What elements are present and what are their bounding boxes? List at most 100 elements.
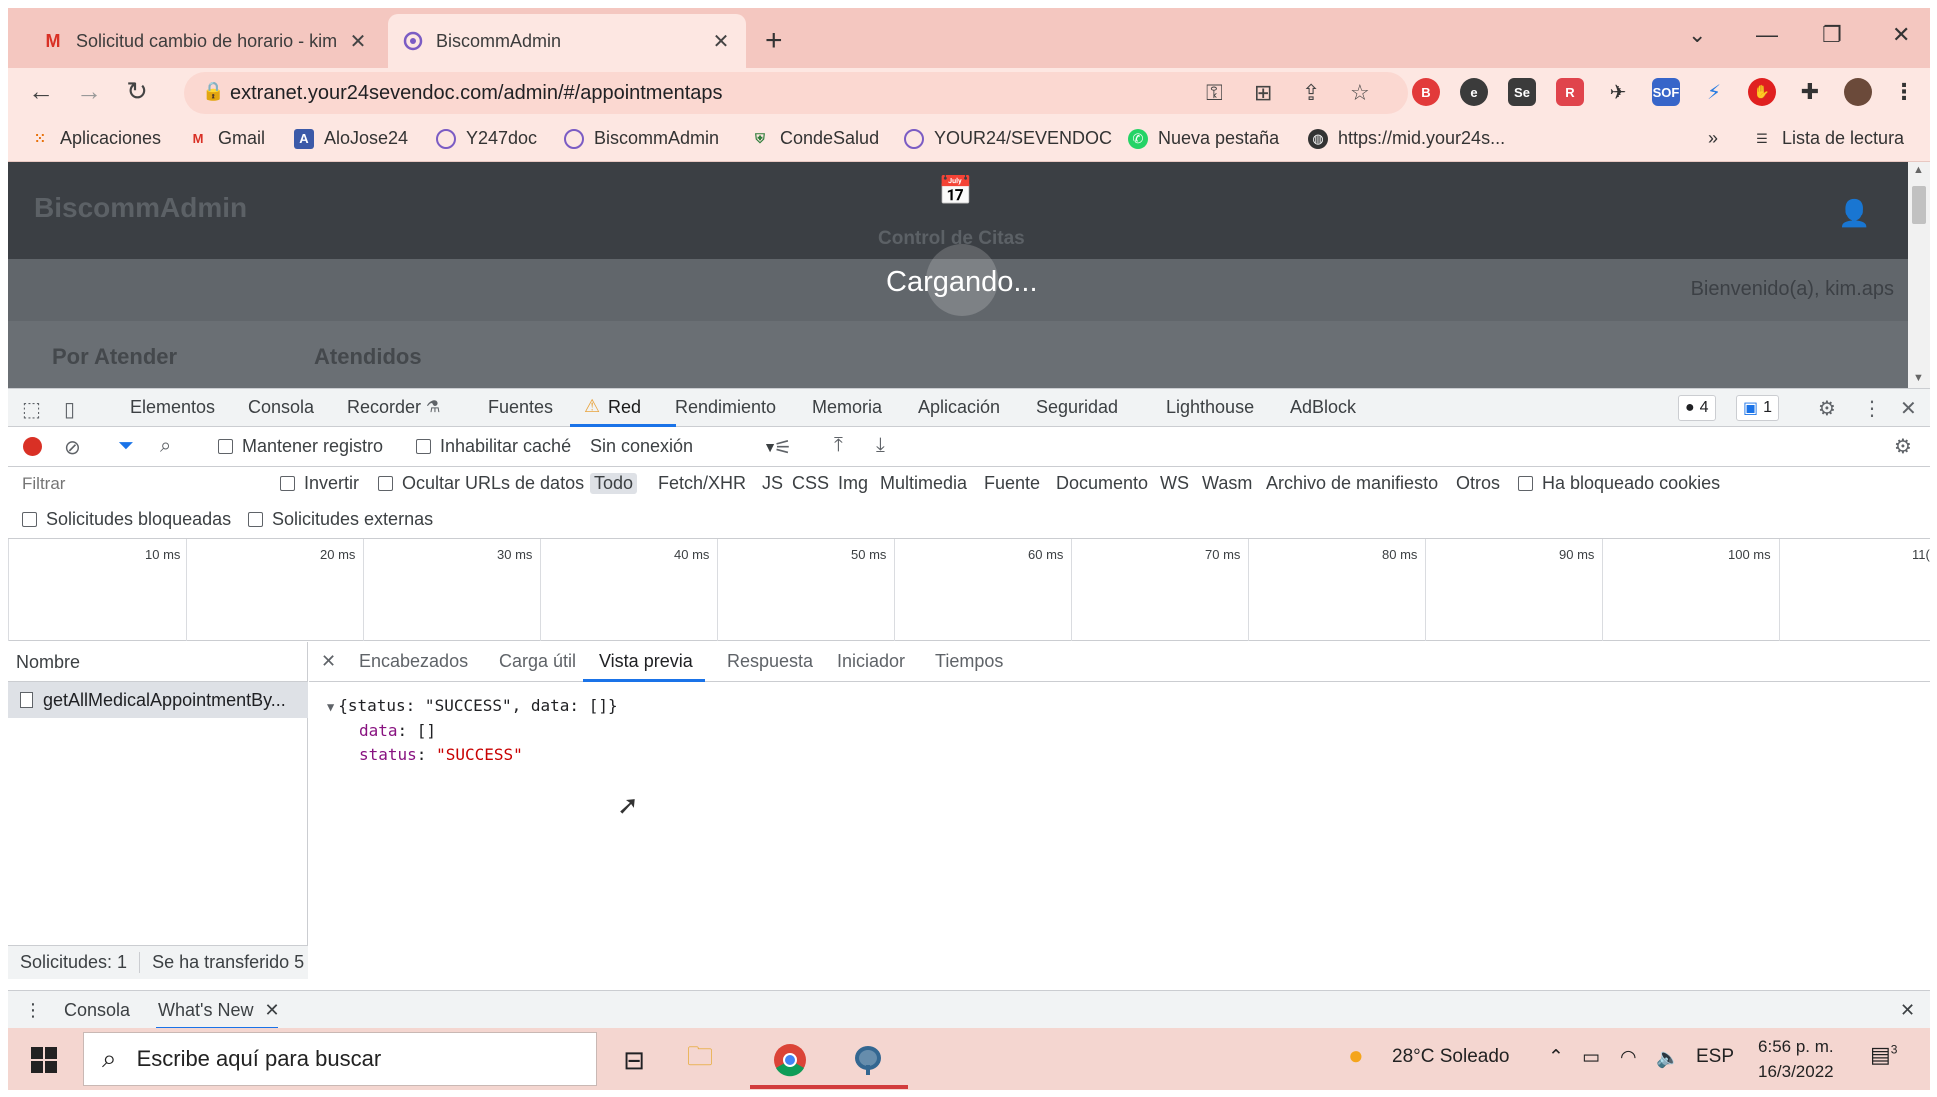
checkbox[interactable] — [280, 476, 295, 491]
name-column-header[interactable]: Nombre — [8, 642, 308, 682]
checkbox[interactable] — [378, 476, 393, 491]
extension-icon[interactable]: R — [1556, 78, 1584, 106]
checkbox[interactable] — [248, 512, 263, 527]
checkbox[interactable] — [1518, 476, 1533, 491]
filter-icon[interactable]: ⏷ — [118, 435, 134, 458]
windows-start-icon[interactable] — [22, 1038, 66, 1082]
tab-recorder[interactable]: Recorder — [347, 397, 421, 418]
close-devtools-icon[interactable]: ✕ — [1900, 396, 1917, 421]
tab-tiempos[interactable]: Tiempos — [935, 651, 1003, 672]
filter-type-ws[interactable]: WS — [1156, 473, 1193, 494]
close-window-icon[interactable]: ✕ — [1892, 22, 1910, 48]
volume-icon[interactable]: 🔈 — [1656, 1046, 1680, 1070]
close-drawer-icon[interactable]: ✕ — [1900, 1000, 1915, 1021]
checkbox[interactable] — [416, 439, 431, 454]
scroll-up-icon[interactable]: ▲ — [1913, 164, 1924, 176]
tab-fuentes[interactable]: Fuentes — [488, 397, 553, 418]
drawer-menu-icon[interactable]: ⋮ — [24, 1000, 42, 1021]
notifications-icon[interactable]: ▤3 — [1870, 1042, 1897, 1068]
blocked-requests-checkbox[interactable]: Solicitudes bloqueadas — [22, 509, 231, 530]
close-icon[interactable]: ✕ — [347, 29, 369, 54]
filter-type-img[interactable]: Img — [834, 473, 872, 494]
sun-icon[interactable]: ● — [1348, 1040, 1364, 1071]
preserve-log-checkbox[interactable]: Mantener registro — [218, 436, 383, 457]
address-bar[interactable]: 🔒 extranet.your24sevendoc.com/admin/#/ap… — [184, 72, 1408, 114]
menu-icon[interactable]: ⋮ — [1890, 78, 1918, 106]
search-icon[interactable]: ⌕ — [160, 435, 171, 458]
tab-vista-previa[interactable]: Vista previa — [599, 651, 693, 672]
tab-encabezados[interactable]: Encabezados — [359, 651, 468, 672]
invert-checkbox[interactable]: Invertir — [280, 473, 359, 494]
bookmark-condesalud[interactable]: ⛨ CondeSalud — [750, 128, 879, 149]
bookmark-apps[interactable]: ⁙ Aplicaciones — [30, 128, 162, 149]
puzzle-icon[interactable]: ✚ — [1796, 78, 1824, 106]
filter-type-wasm[interactable]: Wasm — [1198, 473, 1256, 494]
close-icon[interactable]: ✕ — [710, 29, 732, 54]
reload-icon[interactable]: ↻ — [120, 76, 154, 107]
expand-triangle-icon[interactable]: ▼ — [327, 700, 334, 714]
language-indicator[interactable]: ESP — [1696, 1046, 1734, 1068]
tab-memoria[interactable]: Memoria — [812, 397, 882, 418]
star-icon[interactable]: ☆ — [1350, 80, 1370, 106]
filter-type-js[interactable]: JS — [758, 473, 787, 494]
filter-type-multimedia[interactable]: Multimedia — [876, 473, 971, 494]
drawer-tab-whats-new[interactable]: What's New ✕ — [158, 1000, 280, 1021]
bookmark-y247doc[interactable]: Y247doc — [436, 128, 537, 149]
tab-aplicacion[interactable]: Aplicación — [918, 397, 1000, 418]
inspect-icon[interactable]: ⬚ — [22, 397, 41, 422]
tab-atendidos[interactable]: Atendidos — [314, 344, 422, 370]
third-party-checkbox[interactable]: Solicitudes externas — [248, 509, 433, 530]
share-icon[interactable]: ⇪ — [1302, 80, 1320, 106]
extension-icon[interactable]: ✈ — [1604, 78, 1632, 106]
avatar[interactable] — [1844, 78, 1872, 106]
filter-type-fetch-xhr[interactable]: Fetch/XHR — [654, 473, 750, 494]
more-options-icon[interactable]: ⋮ — [1862, 396, 1882, 421]
export-har-icon[interactable]: ⤓ — [876, 434, 885, 457]
reading-list[interactable]: ☰ Lista de lectura — [1752, 128, 1904, 149]
disable-cache-checkbox[interactable]: Inhabilitar caché — [416, 436, 571, 457]
tab-search-icon[interactable]: ⌄ — [1688, 22, 1706, 48]
filter-type-todo[interactable]: Todo — [590, 473, 638, 494]
minimize-icon[interactable]: — — [1756, 22, 1778, 48]
wifi-icon[interactable]: ◠ — [1620, 1046, 1637, 1069]
bookmark-your24sevendoc[interactable]: YOUR24/SEVENDOC — [904, 128, 1112, 149]
checkbox[interactable] — [22, 512, 37, 527]
checkbox[interactable] — [218, 439, 233, 454]
import-har-icon[interactable]: ⤒ — [834, 434, 843, 457]
tab-adblock[interactable]: AdBlock — [1290, 397, 1356, 418]
sof-icon[interactable]: SOF — [1652, 78, 1680, 106]
clock[interactable]: 6:56 p. m. 16/3/2022 — [1758, 1034, 1834, 1084]
clear-icon[interactable]: ⊘ — [64, 435, 81, 460]
battery-icon[interactable]: ▭ — [1582, 1046, 1600, 1069]
tab-seguridad[interactable]: Seguridad — [1036, 397, 1118, 418]
blocked-cookies-checkbox[interactable]: Ha bloqueado cookies — [1518, 473, 1720, 494]
filter-type-otros[interactable]: Otros — [1452, 473, 1504, 494]
tab-respuesta[interactable]: Respuesta — [727, 651, 813, 672]
tab-biscommadmin[interactable]: BiscommAdmin ✕ — [388, 14, 746, 68]
page-scrollbar[interactable]: ▲ ▼ — [1908, 162, 1930, 388]
request-row[interactable]: getAllMedicalAppointmentBy... — [8, 682, 308, 718]
task-view-icon[interactable]: ⊟ — [612, 1038, 656, 1082]
record-icon[interactable] — [23, 437, 42, 456]
tab-consola[interactable]: Consola — [248, 397, 314, 418]
file-explorer-icon[interactable]: 🗀 — [678, 1038, 722, 1082]
new-tab-button[interactable]: + — [765, 24, 783, 58]
device-toggle-icon[interactable]: ▯ — [64, 397, 75, 422]
network-conditions-icon[interactable]: ⚟ — [774, 435, 792, 460]
taskbar-search[interactable]: ⌕ Escribe aquí para buscar — [83, 1032, 597, 1086]
bookmark-nueva-pestana[interactable]: ✆ Nueva pestaña — [1128, 128, 1279, 149]
network-settings-icon[interactable]: ⚙ — [1894, 434, 1912, 459]
bookmark-mid-your24s[interactable]: ◍ https://mid.your24s... — [1308, 128, 1505, 149]
tab-carga-util[interactable]: Carga útil — [499, 651, 576, 672]
weather-text[interactable]: 28°C Soleado — [1392, 1046, 1509, 1068]
scrollbar-thumb[interactable] — [1912, 186, 1926, 224]
tab-iniciador[interactable]: Iniciador — [837, 651, 905, 672]
error-count-badge[interactable]: ● 4 — [1678, 395, 1716, 421]
network-overview-timeline[interactable]: 10 ms 20 ms 30 ms 40 ms 50 ms 60 ms 70 m… — [8, 539, 1930, 641]
filter-type-css[interactable]: CSS — [788, 473, 833, 494]
tab-lighthouse[interactable]: Lighthouse — [1166, 397, 1254, 418]
json-root-line[interactable]: ▼ {status: "SUCCESS", data: []} — [327, 694, 618, 719]
key-icon[interactable]: ⚿ — [1206, 80, 1223, 106]
extension-icon[interactable]: B — [1412, 78, 1440, 106]
throttling-select[interactable]: Sin conexión ▼ — [590, 436, 777, 457]
